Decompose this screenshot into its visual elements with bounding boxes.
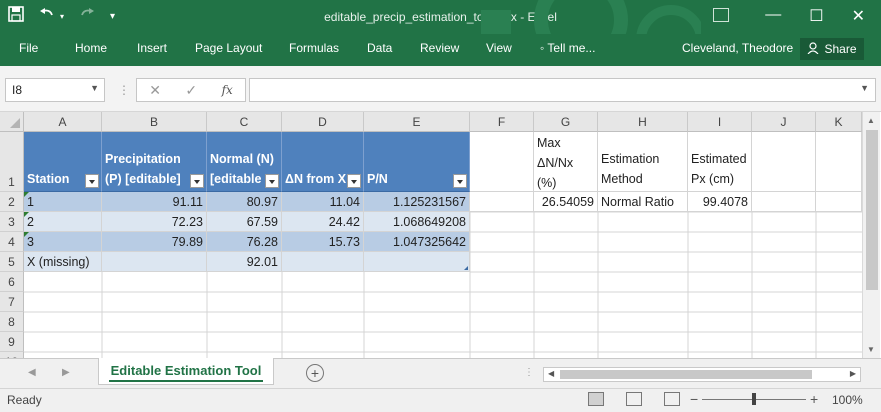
ribbon-display-options-icon[interactable] [713, 8, 729, 22]
person-icon [807, 41, 819, 57]
column-header-b[interactable]: B [102, 112, 207, 132]
row-header-2[interactable]: 2 [0, 192, 24, 212]
row-header-7[interactable]: 7 [0, 292, 24, 312]
ribbon-tab-bar: File Home Insert Page Layout Formulas Da… [0, 34, 881, 66]
sheet-tab-bar: ◀ ▶ Editable Estimation Tool + ⋮ ◀ ▶ [0, 358, 881, 388]
column-header-g[interactable]: G [534, 112, 598, 132]
empty-gridlines [24, 211, 862, 358]
select-all-button[interactable] [0, 112, 24, 132]
column-header-k[interactable]: K [816, 112, 862, 132]
close-icon[interactable]: ✕ [852, 6, 865, 26]
add-sheet-icon[interactable]: + [306, 364, 324, 382]
name-box-value: I8 [12, 83, 23, 97]
column-header-j[interactable]: J [752, 112, 816, 132]
scroll-left-icon[interactable]: ◀ [548, 369, 554, 378]
tab-file[interactable]: File [19, 41, 38, 55]
title-bar: ▾ ▾ editable_precip_estimation_tool.xlsx… [0, 0, 881, 66]
row-header-3[interactable]: 3 [0, 212, 24, 232]
tab-home[interactable]: Home [75, 41, 107, 55]
row-header-1[interactable]: 1 [0, 132, 24, 192]
status-bar: Ready − + 100% [0, 388, 881, 412]
tab-formulas[interactable]: Formulas [289, 41, 339, 55]
tab-split-handle-icon[interactable]: ⋮ [524, 367, 534, 378]
vertical-scrollbar[interactable]: ▲ ▼ [862, 112, 880, 358]
grip-icon: ⋮ [118, 83, 130, 97]
minimize-icon[interactable]: — [765, 6, 781, 26]
sheet-tab-editable-estimation-tool[interactable]: Editable Estimation Tool [98, 358, 274, 385]
formula-bar-area: I8 ▼ ⋮ ✕ ✓ fx ▼ [0, 66, 881, 112]
lightbulb-icon: ◦ [540, 41, 545, 55]
column-header-d[interactable]: D [282, 112, 364, 132]
scroll-down-icon[interactable]: ▼ [867, 345, 875, 354]
tab-review[interactable]: Review [420, 41, 459, 55]
row-header-5[interactable]: 5 [0, 252, 24, 272]
insert-function-button[interactable]: fx [222, 83, 233, 97]
column-header-c[interactable]: C [207, 112, 282, 132]
zoom-in-icon[interactable]: + [810, 391, 818, 407]
horizontal-scrollbar[interactable]: ◀ ▶ [543, 367, 861, 382]
tab-page-layout[interactable]: Page Layout [195, 41, 262, 55]
expand-formula-bar-icon[interactable]: ▼ [860, 83, 869, 93]
document-title: editable_precip_estimation_tool.xlsx - E… [324, 10, 557, 24]
tell-me-label: Tell me... [547, 41, 596, 55]
restore-icon[interactable]: ☐ [809, 6, 823, 26]
horizontal-scrollbar-thumb[interactable] [560, 370, 812, 379]
scroll-up-icon[interactable]: ▲ [867, 116, 875, 125]
status-text: Ready [7, 393, 42, 407]
normal-view-icon[interactable] [588, 392, 604, 406]
sheet-prev-icon[interactable]: ◀ [28, 367, 36, 378]
column-header-i[interactable]: I [688, 112, 752, 132]
scrollbar-thumb[interactable] [866, 130, 878, 290]
page-break-view-icon[interactable] [664, 392, 680, 406]
tab-view[interactable]: View [486, 41, 512, 55]
formula-buttons: ✕ ✓ fx [136, 78, 246, 102]
chevron-down-icon[interactable]: ▼ [90, 83, 99, 93]
sheet-next-icon[interactable]: ▶ [62, 367, 70, 378]
worksheet-grid[interactable]: A B C D E F G H I J K 1 2 3 4 5 6 7 8 9 … [0, 112, 862, 358]
column-header-f[interactable]: F [470, 112, 534, 132]
account-name[interactable]: Cleveland, Theodore [682, 41, 793, 55]
column-header-h[interactable]: H [598, 112, 688, 132]
tab-insert[interactable]: Insert [137, 41, 167, 55]
column-header-e[interactable]: E [364, 112, 470, 132]
name-box[interactable]: I8 ▼ [5, 78, 105, 102]
cancel-icon[interactable]: ✕ [149, 82, 161, 99]
scroll-right-icon[interactable]: ▶ [850, 369, 856, 378]
row-header-8[interactable]: 8 [0, 312, 24, 332]
share-button[interactable]: Share [800, 38, 864, 60]
row-header-6[interactable]: 6 [0, 272, 24, 292]
zoom-slider-thumb[interactable] [752, 393, 756, 405]
share-label: Share [824, 42, 857, 56]
zoom-out-icon[interactable]: − [690, 391, 698, 407]
row-header-4[interactable]: 4 [0, 232, 24, 252]
row-header-9[interactable]: 9 [0, 332, 24, 352]
zoom-level[interactable]: 100% [832, 393, 863, 407]
tell-me-search[interactable]: ◦ Tell me... [540, 41, 595, 55]
formula-input[interactable]: ▼ [249, 78, 876, 102]
page-layout-view-icon[interactable] [626, 392, 642, 406]
tab-data[interactable]: Data [367, 41, 392, 55]
enter-icon[interactable]: ✓ [185, 82, 197, 99]
column-header-a[interactable]: A [24, 112, 102, 132]
